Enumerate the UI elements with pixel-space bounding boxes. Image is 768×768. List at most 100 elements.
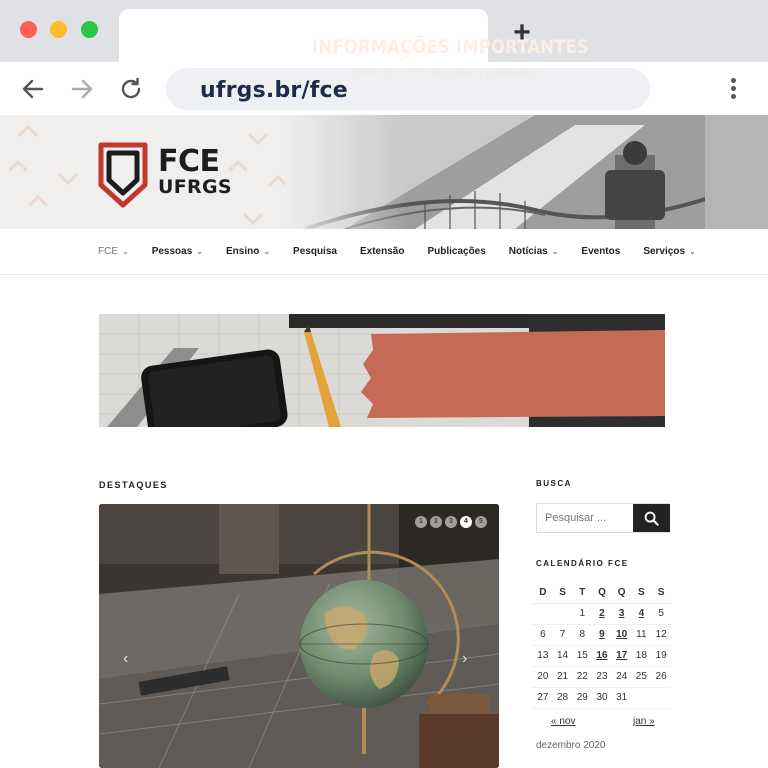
search-input[interactable] xyxy=(537,504,633,532)
calendar-next-month-link[interactable]: jan » xyxy=(633,716,655,727)
info-banner-title: INFORMAÇÕES IMPORTANTES xyxy=(312,36,590,58)
chevron-down-icon: ⌄ xyxy=(196,247,203,256)
nav-item-2[interactable]: Ensino ⌄ xyxy=(226,246,270,257)
nav-item-5[interactable]: Publicações xyxy=(427,246,485,257)
logo-wordmark: FCE UFRGS xyxy=(158,147,232,197)
dot-icon xyxy=(730,94,736,99)
slider-prev-button[interactable]: ‹ xyxy=(123,650,128,668)
chevron-down-icon: ⌄ xyxy=(689,247,696,256)
calendar-weekday: S xyxy=(552,582,573,604)
back-button[interactable] xyxy=(20,76,46,102)
calendar-day: 11 xyxy=(631,624,652,646)
calendar-day: 6 xyxy=(533,624,553,646)
calendar-prev-month-link[interactable]: « nov xyxy=(551,716,575,727)
logo-subtitle: UFRGS xyxy=(158,176,232,198)
highlights-slider[interactable] xyxy=(99,504,499,768)
calendar-empty-cell xyxy=(533,603,553,625)
minimize-window-button[interactable] xyxy=(50,21,67,38)
nav-item-8[interactable]: Serviços ⌄ xyxy=(643,246,695,257)
nav-item-label: Pessoas xyxy=(151,246,193,257)
nav-item-label: FCE xyxy=(98,246,118,257)
search-heading: BUSCA xyxy=(536,479,572,488)
nav-item-6[interactable]: Notícias ⌄ xyxy=(509,246,559,257)
globe-photo xyxy=(99,504,499,768)
calendar-day[interactable]: 9 xyxy=(592,624,612,646)
calendar-day[interactable]: 4 xyxy=(631,603,652,625)
browser-menu-button[interactable] xyxy=(724,78,742,102)
calendar-day: 15 xyxy=(572,645,593,667)
slider-dot[interactable]: 4 xyxy=(460,516,472,528)
dot-icon xyxy=(730,78,736,83)
nav-item-1[interactable]: Pessoas ⌄ xyxy=(152,246,203,257)
calendar-week: 12345 xyxy=(533,603,671,625)
slider-dot[interactable]: 5 xyxy=(475,516,487,528)
calendar-days: 1 2 3 4 5 6 7 8 9 10 11 12 13 14 15 16 17 18 19 20 21 22 23 24 2… xyxy=(533,603,671,709)
calendar-day: 7 xyxy=(552,624,573,646)
nav-item-3[interactable]: Pesquisa xyxy=(293,246,337,257)
calendar-month-caption: dezembro 2020 xyxy=(536,740,606,751)
maximize-window-button[interactable] xyxy=(81,21,98,38)
calendar-day[interactable]: 2 xyxy=(592,603,612,625)
search-form xyxy=(536,503,670,533)
calendar-day: 31 xyxy=(611,687,632,709)
calendar-day: 20 xyxy=(533,666,553,688)
calendar-heading: CALENDÁRIO FCE xyxy=(536,559,629,568)
calendar-week: 27 28 29 30 31 xyxy=(533,687,671,709)
nav-item-7[interactable]: Eventos xyxy=(581,246,620,257)
slider-dot[interactable]: 2 xyxy=(430,516,442,528)
calendar-empty-cell xyxy=(631,687,652,709)
info-banner-subtitle: UFRGS e FCE durante a pandemia xyxy=(349,66,539,80)
nav-item-label: Notícias xyxy=(508,246,548,257)
important-info-banner[interactable] xyxy=(99,314,665,427)
nav-item-label: Pesquisa xyxy=(293,246,337,257)
nav-item-label: Ensino xyxy=(226,246,260,257)
calendar-weekday: Q xyxy=(611,582,632,604)
calendar-weekday: D xyxy=(533,582,553,604)
calendar-weekday: Q xyxy=(592,582,612,604)
site-logo[interactable]: FCE UFRGS xyxy=(98,139,232,211)
nav-item-label: Publicações xyxy=(427,246,486,257)
calendar-day[interactable]: 10 xyxy=(611,624,632,646)
calendar-weekday: T xyxy=(572,582,593,604)
calendar-weekdays: DSTQQSS xyxy=(533,582,671,604)
slider-pagination: 12345 xyxy=(415,516,487,528)
calendar-day: 21 xyxy=(552,666,573,688)
calendar-day: 14 xyxy=(552,645,573,667)
slider-dot[interactable]: 3 xyxy=(445,516,457,528)
calendar-day: 1 xyxy=(572,603,593,625)
calendar-day: 25 xyxy=(631,666,652,688)
slider-dot[interactable]: 1 xyxy=(415,516,427,528)
slider-next-button[interactable]: › xyxy=(462,650,467,668)
main-navigation: FCE ⌄ Pessoas ⌄ Ensino ⌄ Pesquisa Extensão Publi… xyxy=(0,229,768,275)
calendar-day: 29 xyxy=(572,687,593,709)
fce-shield-icon xyxy=(98,142,148,208)
calendar-day: 24 xyxy=(611,666,632,688)
events-calendar: DSTQQSS 1 2 3 4 5 6 7 8 9 10 11 12 13 14 15 16 17 18 19 20 2… xyxy=(533,582,671,709)
staircase-photo xyxy=(285,115,768,229)
highlights-heading: DESTAQUES xyxy=(99,480,168,490)
calendar-week: 6 7 8 9 10 11 12 xyxy=(533,624,671,646)
close-window-button[interactable] xyxy=(20,21,37,38)
calendar-day: 5 xyxy=(651,603,671,625)
calendar-day: 30 xyxy=(592,687,612,709)
nav-item-label: Serviços xyxy=(643,246,686,257)
calendar-weekday: S xyxy=(651,582,671,604)
calendar-day: 18 xyxy=(631,645,652,667)
calendar-week: 20 21 22 23 24 25 26 xyxy=(533,666,671,688)
forward-button[interactable] xyxy=(69,76,95,102)
nav-item-4[interactable]: Extensão xyxy=(360,246,404,257)
nav-item-label: Extensão xyxy=(359,246,405,257)
arrow-right-icon xyxy=(71,79,93,99)
calendar-day[interactable]: 17 xyxy=(611,645,632,667)
reload-button[interactable] xyxy=(118,76,144,102)
calendar-day: 19 xyxy=(651,645,671,667)
chevron-down-icon: ⌄ xyxy=(122,247,129,256)
main-nav-list: FCE ⌄ Pessoas ⌄ Ensino ⌄ Pesquisa Extensão Publi… xyxy=(98,246,719,257)
dot-icon xyxy=(730,86,736,91)
nav-item-0[interactable]: FCE ⌄ xyxy=(98,246,129,257)
calendar-day[interactable]: 16 xyxy=(592,645,612,667)
search-button[interactable] xyxy=(633,504,670,532)
calendar-day[interactable]: 3 xyxy=(611,603,632,625)
reload-icon xyxy=(121,77,141,99)
calendar-weekday: S xyxy=(631,582,652,604)
